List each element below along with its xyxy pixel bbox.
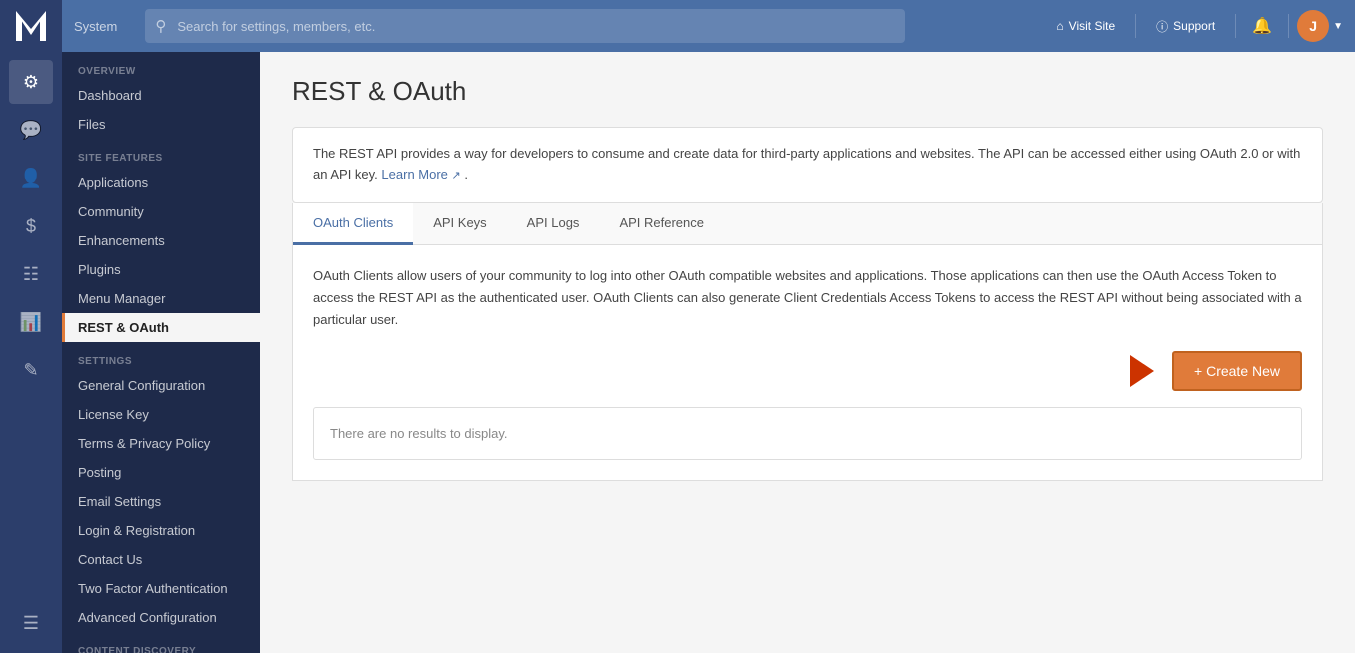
rail-icon-menu[interactable]: ☰ bbox=[9, 601, 53, 645]
sidebar-item-rest-oauth[interactable]: REST & OAuth bbox=[62, 313, 260, 342]
tab-api-reference[interactable]: API Reference bbox=[599, 203, 724, 245]
settings-section-title: SETTINGS bbox=[62, 342, 260, 371]
notifications-button[interactable]: 🔔 bbox=[1244, 10, 1280, 42]
rail-icon-chat[interactable]: 💬 bbox=[9, 108, 53, 152]
sidebar-item-posting[interactable]: Posting bbox=[62, 458, 260, 487]
home-icon: ⌂ bbox=[1056, 19, 1063, 33]
sidebar-item-general-configuration[interactable]: General Configuration bbox=[62, 371, 260, 400]
site-features-section-title: SITE FEATURES bbox=[62, 139, 260, 168]
topbar-actions: ⌂ Visit Site ⓘ Support 🔔 J ▼ bbox=[1044, 10, 1355, 42]
sidebar-item-menu-manager[interactable]: Menu Manager bbox=[62, 284, 260, 313]
create-new-button[interactable]: + Create New bbox=[1172, 351, 1302, 391]
tab-oauth-clients[interactable]: OAuth Clients bbox=[293, 203, 413, 245]
rail-icon-dollar[interactable]: $ bbox=[9, 204, 53, 248]
page-title: REST & OAuth bbox=[292, 76, 1323, 107]
external-link-icon: ↗ bbox=[452, 170, 461, 182]
rail-icon-users[interactable]: 👤 bbox=[9, 156, 53, 200]
sidebar-item-email-settings[interactable]: Email Settings bbox=[62, 487, 260, 516]
no-results-box: There are no results to display. bbox=[313, 407, 1302, 460]
divider bbox=[1135, 14, 1136, 38]
sidebar-item-license-key[interactable]: License Key bbox=[62, 400, 260, 429]
logo-icon bbox=[16, 11, 46, 41]
sidebar-item-advanced-configuration[interactable]: Advanced Configuration bbox=[62, 603, 260, 632]
tabs-header: OAuth Clients API Keys API Logs API Refe… bbox=[293, 203, 1322, 245]
sidebar-item-community[interactable]: Community bbox=[62, 197, 260, 226]
sidebar-item-dashboard[interactable]: Dashboard bbox=[62, 81, 260, 110]
create-new-area: + Create New bbox=[313, 351, 1302, 391]
sidebar: OVERVIEW Dashboard Files SITE FEATURES A… bbox=[62, 52, 260, 653]
rail-icon-settings[interactable]: ⚙ bbox=[9, 60, 53, 104]
icon-rail: ⚙ 💬 👤 $ ☷ 📊 ✎ ☰ bbox=[0, 52, 62, 653]
tab-content-oauth-clients: OAuth Clients allow users of your commun… bbox=[293, 245, 1322, 480]
oauth-clients-description: OAuth Clients allow users of your commun… bbox=[313, 265, 1302, 331]
sidebar-item-applications[interactable]: Applications bbox=[62, 168, 260, 197]
avatar: J bbox=[1297, 10, 1329, 42]
support-button[interactable]: ⓘ Support bbox=[1144, 12, 1227, 41]
topbar: System ⚲ ⌂ Visit Site ⓘ Support 🔔 J ▼ bbox=[0, 0, 1355, 52]
main-layout: ⚙ 💬 👤 $ ☷ 📊 ✎ ☰ OVERVIEW Dashboard Files… bbox=[0, 52, 1355, 653]
logo[interactable] bbox=[0, 0, 62, 52]
sidebar-item-files[interactable]: Files bbox=[62, 110, 260, 139]
content-area: REST & OAuth The REST API provides a way… bbox=[260, 52, 1355, 653]
chevron-down-icon: ▼ bbox=[1333, 21, 1343, 32]
overview-section-title: OVERVIEW bbox=[62, 52, 260, 81]
visit-site-button[interactable]: ⌂ Visit Site bbox=[1044, 13, 1127, 39]
rail-icon-chart[interactable]: 📊 bbox=[9, 300, 53, 344]
search-container: ⚲ bbox=[129, 9, 1044, 43]
rail-icon-edit[interactable]: ✎ bbox=[9, 348, 53, 392]
system-title: System bbox=[62, 19, 129, 34]
sidebar-item-two-factor-auth[interactable]: Two Factor Authentication bbox=[62, 574, 260, 603]
search-input[interactable] bbox=[145, 9, 905, 43]
tab-api-logs[interactable]: API Logs bbox=[507, 203, 600, 245]
question-icon: ⓘ bbox=[1156, 18, 1168, 35]
sidebar-item-login-registration[interactable]: Login & Registration bbox=[62, 516, 260, 545]
sidebar-item-plugins[interactable]: Plugins bbox=[62, 255, 260, 284]
divider3 bbox=[1288, 14, 1289, 38]
description-box: The REST API provides a way for develope… bbox=[292, 127, 1323, 203]
arrow-indicator bbox=[1130, 355, 1154, 387]
learn-more-link[interactable]: Learn More ↗ bbox=[381, 167, 464, 182]
sidebar-item-terms-privacy-policy[interactable]: Terms & Privacy Policy bbox=[62, 429, 260, 458]
content-discovery-section-title: CONTENT DISCOVERY bbox=[62, 632, 260, 653]
no-results-text: There are no results to display. bbox=[330, 426, 508, 441]
tab-api-keys[interactable]: API Keys bbox=[413, 203, 506, 245]
arrow-right-icon bbox=[1130, 355, 1154, 387]
tabs-container: OAuth Clients API Keys API Logs API Refe… bbox=[292, 203, 1323, 481]
rail-icon-grid[interactable]: ☷ bbox=[9, 252, 53, 296]
sidebar-item-enhancements[interactable]: Enhancements bbox=[62, 226, 260, 255]
sidebar-item-contact-us[interactable]: Contact Us bbox=[62, 545, 260, 574]
user-menu[interactable]: J ▼ bbox=[1297, 10, 1343, 42]
divider2 bbox=[1235, 14, 1236, 38]
